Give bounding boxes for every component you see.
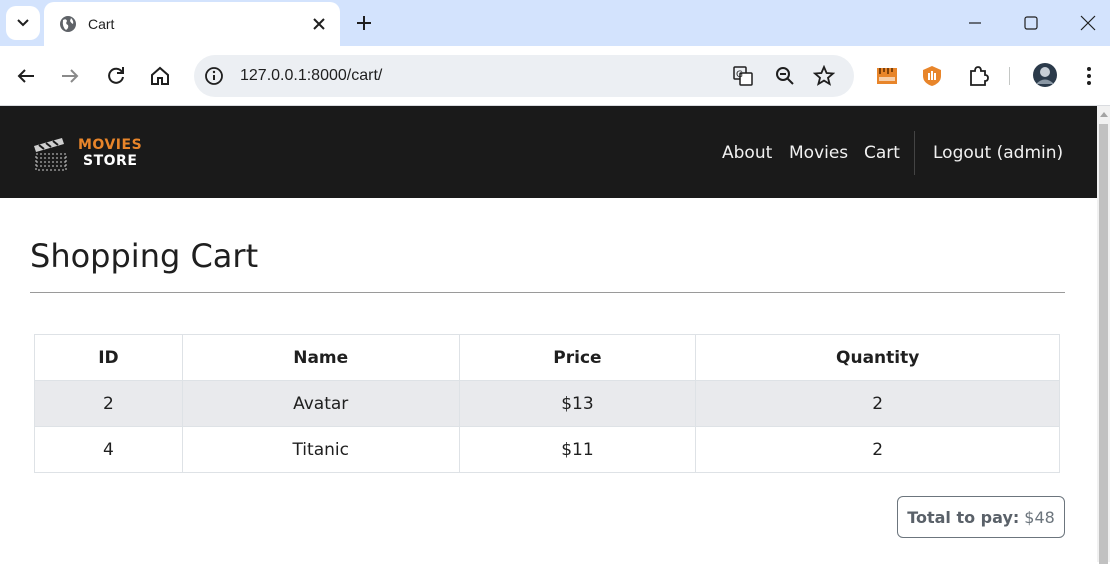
more-menu-icon[interactable] — [1078, 65, 1100, 87]
heading-divider — [30, 292, 1065, 293]
scroll-up-arrow-icon[interactable] — [1100, 112, 1108, 117]
scroll-thumb[interactable] — [1099, 124, 1108, 564]
table-header-row: ID Name Price Quantity — [34, 334, 1060, 381]
translate-icon[interactable]: G — [732, 65, 754, 87]
logo-text-bottom[interactable]: STORE — [83, 153, 137, 169]
nav-logout-link[interactable]: Logout (admin) — [933, 143, 1063, 163]
total-value: $48 — [1024, 507, 1055, 527]
cell-id: 2 — [34, 380, 183, 427]
page-title: Shopping Cart — [30, 237, 259, 275]
cell-name: Avatar — [181, 380, 460, 427]
clapperboard-icon[interactable] — [30, 132, 70, 172]
cell-quantity: 2 — [695, 426, 1060, 473]
page-viewport: MOVIES STORE About Movies Cart Logout (a… — [0, 106, 1097, 562]
cell-price: $13 — [458, 380, 697, 427]
minimize-icon[interactable] — [964, 12, 986, 34]
browser-tab-strip: Cart — [0, 0, 1110, 46]
extension-shield-icon[interactable] — [921, 65, 943, 87]
tab-title: Cart — [88, 16, 115, 32]
page-scrollbar[interactable] — [1097, 106, 1110, 564]
address-bar[interactable]: 127.0.0.1:8000/cart/ G — [194, 55, 854, 97]
cart-table: ID Name Price Quantity 2 Avatar $13 2 4 … — [34, 334, 1060, 473]
tab-search-button[interactable] — [6, 6, 40, 40]
extension-ruler-icon[interactable] — [876, 65, 898, 87]
nav-cart-link[interactable]: Cart — [864, 143, 900, 163]
site-navbar: MOVIES STORE About Movies Cart Logout (a… — [0, 106, 1097, 198]
table-row: 4 Titanic $11 2 — [34, 426, 1060, 473]
maximize-icon[interactable] — [1020, 12, 1042, 34]
site-info-icon[interactable] — [204, 66, 224, 86]
url-text: 127.0.0.1:8000/cart/ — [240, 67, 383, 84]
window-close-icon[interactable] — [1077, 12, 1099, 34]
tab-search-icon — [17, 19, 29, 27]
back-arrow-icon[interactable] — [14, 64, 38, 88]
cell-id: 4 — [34, 426, 183, 473]
active-tab[interactable]: Cart — [44, 2, 340, 46]
toolbar-separator — [1009, 67, 1010, 85]
profile-avatar[interactable] — [1032, 62, 1058, 88]
extensions-puzzle-icon[interactable] — [967, 65, 989, 87]
cell-name: Titanic — [181, 426, 460, 473]
cell-quantity: 2 — [695, 380, 1060, 427]
plus-icon[interactable] — [352, 11, 376, 35]
total-label: Total to pay: — [907, 507, 1020, 527]
total-to-pay-button[interactable]: Total to pay: $48 — [897, 496, 1065, 538]
nav-about-link[interactable]: About — [722, 143, 772, 163]
column-header-quantity: Quantity — [695, 334, 1060, 381]
column-header-price: Price — [458, 334, 697, 381]
column-header-name: Name — [181, 334, 460, 381]
browser-toolbar: 127.0.0.1:8000/cart/ G — [0, 46, 1110, 106]
forward-arrow-icon[interactable] — [58, 64, 82, 88]
globe-icon — [60, 16, 76, 32]
cell-price: $11 — [458, 426, 697, 473]
svg-text:G: G — [736, 70, 743, 80]
reload-icon[interactable] — [104, 64, 128, 88]
column-header-id: ID — [34, 334, 183, 381]
nav-divider — [914, 131, 915, 175]
logo-text-top[interactable]: MOVIES — [78, 137, 142, 153]
home-icon[interactable] — [148, 64, 172, 88]
table-row: 2 Avatar $13 2 — [34, 380, 1060, 427]
zoom-out-icon[interactable] — [774, 65, 796, 87]
close-icon[interactable] — [310, 15, 328, 33]
bookmark-star-icon[interactable] — [813, 65, 835, 87]
nav-movies-link[interactable]: Movies — [789, 143, 848, 163]
